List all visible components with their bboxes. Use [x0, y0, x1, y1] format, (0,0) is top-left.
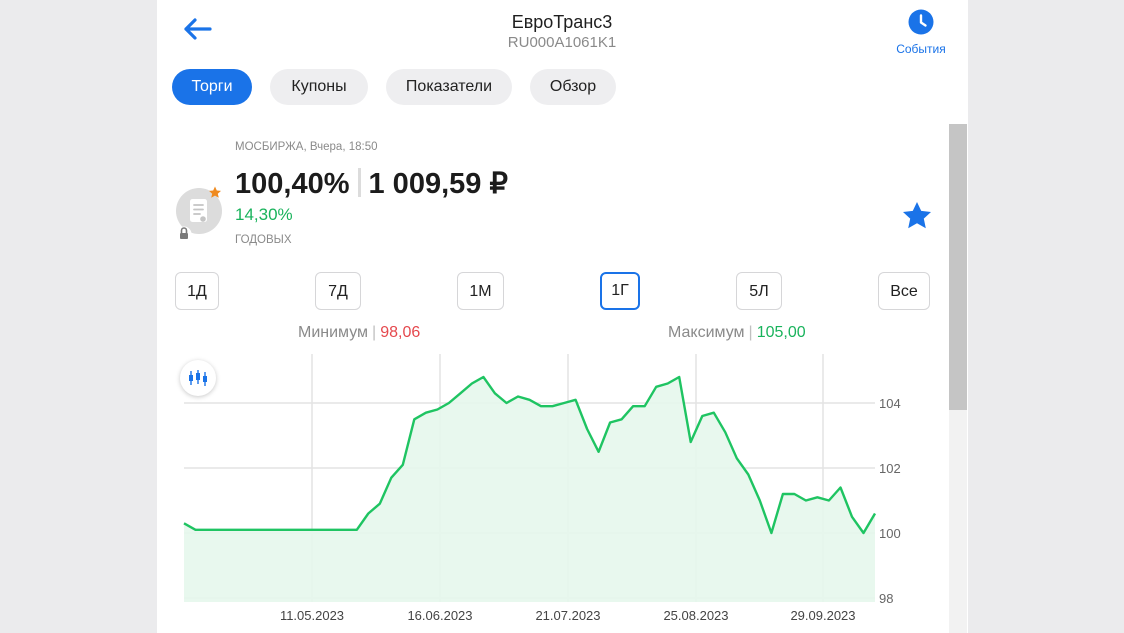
maximum-value: 105,00 — [756, 324, 806, 341]
yield-value: 14,30% — [235, 205, 293, 224]
yield-label: ГОДОВЫХ — [235, 234, 292, 246]
minimum-label: Минимум — [298, 324, 369, 341]
tab-coupons[interactable]: Купоны — [270, 69, 368, 105]
bond-isin: RU000A1061K1 — [507, 34, 617, 51]
price-rub: 1 009,59 ₽ — [368, 168, 508, 200]
tab-indicators[interactable]: Показатели — [386, 69, 512, 105]
x-tick-label: 16.06.2023 — [407, 608, 472, 623]
y-tick-label: 104 — [879, 396, 901, 411]
y-tick-label: 102 — [879, 461, 901, 476]
bond-title: ЕвроТранс3 — [511, 12, 613, 32]
scrollbar-thumb[interactable] — [949, 124, 967, 410]
maximum-label: Максимум — [668, 324, 745, 341]
clock-icon — [908, 9, 934, 35]
events-label: События — [896, 42, 946, 56]
tab-trades[interactable]: Торги — [172, 69, 252, 105]
period-7d[interactable]: 7Д — [315, 272, 361, 310]
lock-icon — [176, 226, 192, 242]
price-percent: 100,40% — [235, 168, 350, 200]
scrollbar[interactable] — [949, 124, 967, 633]
back-button[interactable] — [180, 12, 214, 46]
bond-document-icon — [175, 186, 223, 242]
x-tick-label: 25.08.2023 — [663, 608, 728, 623]
period-1y[interactable]: 1Г — [600, 272, 640, 310]
minimum-value: 98,06 — [380, 324, 421, 341]
y-tick-label: 98 — [879, 591, 893, 606]
price-line: 100,40% 1 009,59 ₽ — [235, 166, 508, 201]
period-all[interactable]: Все — [878, 272, 930, 310]
events-button[interactable]: События — [884, 9, 958, 56]
tab-overview[interactable]: Обзор — [530, 69, 616, 105]
star-icon — [903, 202, 931, 229]
x-tick-label: 21.07.2023 — [535, 608, 600, 623]
x-tick-label: 11.05.2023 — [280, 608, 344, 623]
candlestick-icon — [189, 370, 207, 386]
bond-details-panel: ЕвроТранс3 RU000A1061K1 События Торги Ку… — [157, 0, 968, 633]
period-5y[interactable]: 5Л — [736, 272, 782, 310]
y-tick-label: 100 — [879, 526, 901, 541]
exchange-time: МОСБИРЖА, Вчера, 18:50 — [235, 141, 378, 153]
arrow-left-icon — [184, 18, 212, 40]
price-chart[interactable]: 98 100 102 104 11.05.2023 16.06.2023 21.07.202… — [157, 340, 949, 633]
candlestick-toggle-button[interactable] — [180, 360, 216, 396]
x-tick-label: 29.09.2023 — [790, 608, 855, 623]
price-divider — [357, 168, 361, 197]
price-area-fill — [184, 377, 875, 602]
period-1m[interactable]: 1М — [457, 272, 504, 310]
favorite-button[interactable] — [901, 200, 935, 234]
period-1d[interactable]: 1Д — [175, 272, 219, 310]
